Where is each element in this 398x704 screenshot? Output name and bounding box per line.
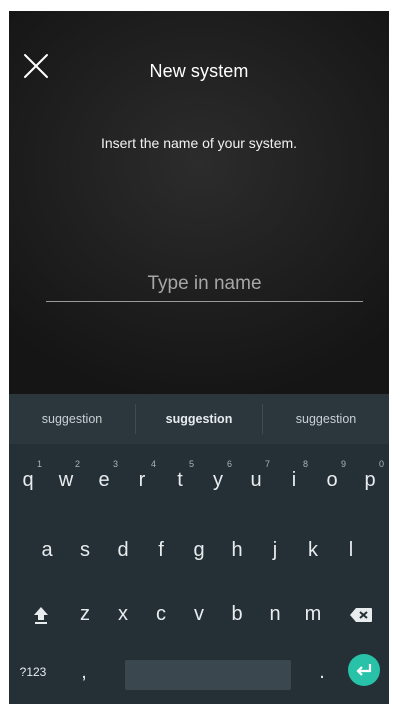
key-o[interactable]: o9	[313, 452, 351, 508]
instruction-text: Insert the name of your system.	[100, 135, 298, 151]
shift-key[interactable]	[21, 586, 61, 642]
suggestion-center[interactable]: suggestion	[136, 394, 262, 444]
suggestion-left[interactable]: suggestion	[9, 394, 135, 444]
key-x[interactable]: x	[104, 586, 142, 642]
enter-icon	[356, 664, 372, 676]
system-name-input[interactable]	[46, 266, 363, 302]
key-i[interactable]: i8	[275, 452, 313, 508]
key-d[interactable]: d	[104, 522, 142, 578]
key-s[interactable]: s	[66, 522, 104, 578]
key-g[interactable]: g	[180, 522, 218, 578]
backspace-key[interactable]	[339, 586, 383, 642]
key-b[interactable]: b	[218, 586, 256, 642]
suggestion-bar: suggestion suggestion suggestion	[9, 394, 389, 444]
keyboard-row-1: q1 w2 e3 r4 t5 y6 u7 i8 o9 p0	[9, 452, 389, 508]
period-key[interactable]: .	[305, 644, 339, 700]
key-h[interactable]: h	[218, 522, 256, 578]
key-r[interactable]: r4	[123, 452, 161, 508]
key-v[interactable]: v	[180, 586, 218, 642]
key-y[interactable]: y6	[199, 452, 237, 508]
suggestion-right[interactable]: suggestion	[263, 394, 389, 444]
key-c[interactable]: c	[142, 586, 180, 642]
phone-screen: New system Insert the name of your syste…	[9, 11, 389, 704]
backspace-icon	[350, 607, 372, 622]
page-title: New system	[149, 61, 249, 81]
key-t[interactable]: t5	[161, 452, 199, 508]
key-w[interactable]: w2	[47, 452, 85, 508]
key-j[interactable]: j	[256, 522, 294, 578]
symbols-key[interactable]: ?123	[11, 644, 55, 700]
key-z[interactable]: z	[66, 586, 104, 642]
keyboard-row-4: ?123 , .	[9, 644, 389, 700]
comma-key[interactable]: ,	[67, 644, 101, 700]
space-key[interactable]	[125, 660, 291, 690]
key-e[interactable]: e3	[85, 452, 123, 508]
keyboard-row-2: a s d f g h j k l	[9, 522, 389, 578]
key-l[interactable]: l	[332, 522, 370, 578]
key-m[interactable]: m	[294, 586, 332, 642]
key-n[interactable]: n	[256, 586, 294, 642]
key-q[interactable]: q1	[9, 452, 47, 508]
enter-key[interactable]	[348, 654, 380, 686]
key-k[interactable]: k	[294, 522, 332, 578]
shift-icon	[34, 606, 48, 624]
key-f[interactable]: f	[142, 522, 180, 578]
new-system-screen: New system Insert the name of your syste…	[9, 11, 389, 394]
key-p[interactable]: p0	[351, 452, 389, 508]
key-u[interactable]: u7	[237, 452, 275, 508]
soft-keyboard: suggestion suggestion suggestion q1 w2 e…	[9, 394, 389, 704]
key-a[interactable]: a	[28, 522, 66, 578]
keyboard-row-3: z x c v b n m	[9, 586, 389, 642]
